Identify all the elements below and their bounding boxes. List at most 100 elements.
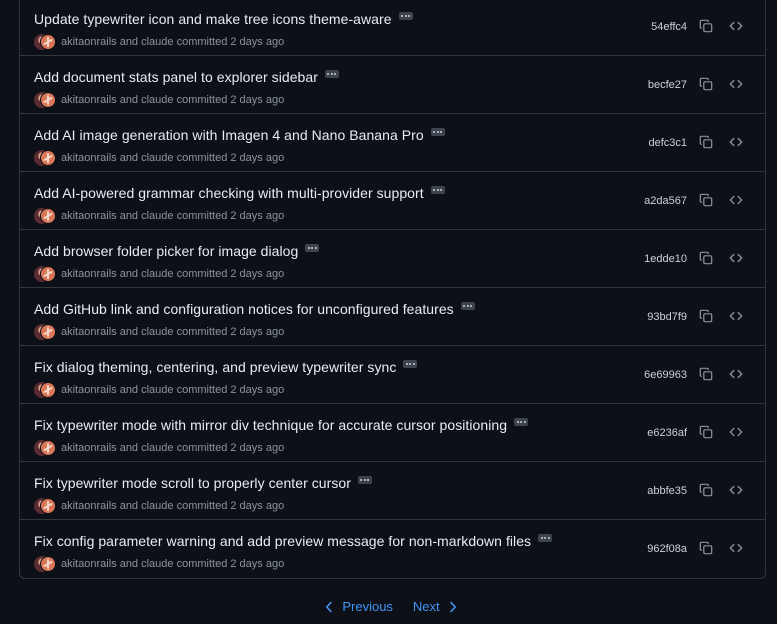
commit-title-link[interactable]: Add browser folder picker for image dial… [34,243,298,259]
avatar [40,34,56,50]
commit-title-line: Fix typewriter mode scroll to properly c… [34,475,372,491]
commit-sha-link[interactable]: 54effc4 [651,21,687,33]
ellipsis-icon[interactable] [403,359,418,368]
commit-sha-link[interactable]: defc3c1 [648,137,687,149]
avatar-stack[interactable] [34,92,56,108]
copy-icon[interactable] [697,133,715,151]
commit-title-link[interactable]: Add AI-powered grammar checking with mul… [34,185,424,201]
commit-title-link[interactable]: Fix typewriter mode scroll to properly c… [34,475,351,491]
avatar-stack[interactable] [34,556,56,572]
ellipsis-icon[interactable] [538,533,553,542]
avatar [40,556,56,572]
avatar-stack[interactable] [34,324,56,340]
avatar [40,92,56,108]
commit-sha-link[interactable]: 1edde10 [644,253,687,265]
commit-meta-text: akitaonrails and claude committed 2 days… [61,36,285,48]
ellipsis-icon[interactable] [398,11,413,20]
avatar-stack[interactable] [34,34,56,50]
code-icon[interactable] [727,307,745,325]
avatar [40,498,56,514]
copy-icon[interactable] [697,17,715,35]
commit-sha-link[interactable]: 6e69963 [644,369,687,381]
avatar-stack[interactable] [34,382,56,398]
commit-title-link[interactable]: Fix dialog theming, centering, and previ… [34,359,396,375]
code-icon[interactable] [727,249,745,267]
previous-page-link[interactable]: Previous [325,599,393,614]
commit-meta-text: akitaonrails and claude committed 2 days… [61,442,285,454]
commit-meta: akitaonrails and claude committed 2 days… [34,266,284,282]
code-icon[interactable] [727,481,745,499]
ellipsis-icon[interactable] [514,417,529,426]
copy-icon[interactable] [697,481,715,499]
code-icon[interactable] [727,191,745,209]
next-page-link[interactable]: Next [413,599,457,614]
commit-sha-link[interactable]: e6236af [647,427,687,439]
commit-meta-text: akitaonrails and claude committed 2 days… [61,152,285,164]
commit-row: Add GitHub link and configuration notice… [20,288,765,346]
avatar-stack[interactable] [34,150,56,166]
commit-meta-text: akitaonrails and claude committed 2 days… [61,326,285,338]
copy-icon[interactable] [697,249,715,267]
commit-meta: akitaonrails and claude committed 2 days… [34,150,284,166]
ellipsis-icon[interactable] [430,127,445,136]
avatar [40,150,56,166]
commit-row: Fix typewriter mode scroll to properly c… [20,462,765,520]
commit-row: Fix dialog theming, centering, and previ… [20,346,765,404]
commit-row: Add AI image generation with Imagen 4 an… [20,114,765,172]
code-icon[interactable] [727,17,745,35]
ellipsis-icon[interactable] [430,185,445,194]
commit-meta: akitaonrails and claude committed 2 days… [34,556,284,572]
commit-meta-text: akitaonrails and claude committed 2 days… [61,210,285,222]
commit-meta-text: akitaonrails and claude committed 2 days… [61,500,285,512]
commit-sha-link[interactable]: 93bd7f9 [647,311,687,323]
copy-icon[interactable] [697,75,715,93]
code-icon[interactable] [727,133,745,151]
ellipsis-icon[interactable] [357,475,372,484]
commit-meta: akitaonrails and claude committed 2 days… [34,92,284,108]
commit-title-link[interactable]: Fix typewriter mode with mirror div tech… [34,417,507,433]
commit-title-line: Add browser folder picker for image dial… [34,243,320,259]
commit-title-line: Add AI-powered grammar checking with mul… [34,185,445,201]
commit-sha-link[interactable]: becfe27 [648,79,687,91]
ellipsis-icon[interactable] [460,301,475,310]
avatar-stack[interactable] [34,266,56,282]
commit-title-link[interactable]: Fix config parameter warning and add pre… [34,533,531,549]
commit-meta: akitaonrails and claude committed 2 days… [34,498,284,514]
avatar-stack[interactable] [34,498,56,514]
commit-meta-text: akitaonrails and claude committed 2 days… [61,384,285,396]
commit-sha-link[interactable]: abbfe35 [647,485,687,497]
copy-icon[interactable] [697,365,715,383]
copy-icon[interactable] [697,423,715,441]
copy-icon[interactable] [697,539,715,557]
ellipsis-icon[interactable] [305,243,320,252]
commit-meta: akitaonrails and claude committed 2 days… [34,440,284,456]
commit-meta-text: akitaonrails and claude committed 2 days… [61,94,285,106]
code-icon[interactable] [727,365,745,383]
commit-row: Add browser folder picker for image dial… [20,230,765,288]
commit-list: Update typewriter icon and make tree ico… [19,0,766,579]
commit-row: Fix config parameter warning and add pre… [20,520,765,578]
commit-sha-link[interactable]: a2da567 [644,195,687,207]
avatar [40,440,56,456]
code-icon[interactable] [727,75,745,93]
commit-title-line: Fix typewriter mode with mirror div tech… [34,417,529,433]
commit-title-line: Fix config parameter warning and add pre… [34,533,553,549]
chevron-left-icon [326,601,333,612]
copy-icon[interactable] [697,191,715,209]
commit-title-link[interactable]: Add document stats panel to explorer sid… [34,69,318,85]
commit-title-line: Update typewriter icon and make tree ico… [34,11,413,27]
commit-row: Fix typewriter mode with mirror div tech… [20,404,765,462]
avatar [40,324,56,340]
commit-meta-text: akitaonrails and claude committed 2 days… [61,268,285,280]
code-icon[interactable] [727,423,745,441]
code-icon[interactable] [727,539,745,557]
commit-title-link[interactable]: Add AI image generation with Imagen 4 an… [34,127,424,143]
commit-title-link[interactable]: Update typewriter icon and make tree ico… [34,11,392,27]
ellipsis-icon[interactable] [324,69,339,78]
avatar-stack[interactable] [34,208,56,224]
copy-icon[interactable] [697,307,715,325]
avatar-stack[interactable] [34,440,56,456]
commit-sha-link[interactable]: 962f08a [647,543,687,555]
commit-title-link[interactable]: Add GitHub link and configuration notice… [34,301,454,317]
avatar [40,208,56,224]
